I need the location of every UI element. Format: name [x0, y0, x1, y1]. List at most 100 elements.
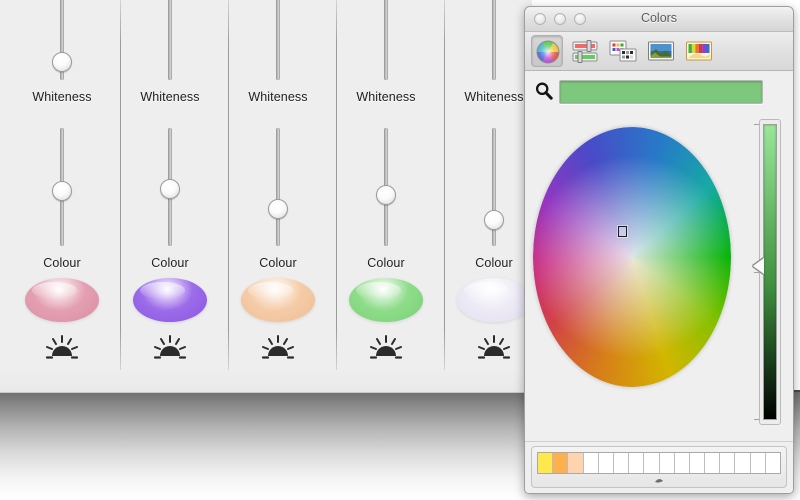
- whiteness-slider-track: [492, 0, 496, 80]
- swatch-cell[interactable]: [538, 453, 554, 473]
- colour-slider[interactable]: [150, 128, 190, 246]
- swatch-highlight: [356, 281, 401, 299]
- brightness-icon[interactable]: [150, 334, 190, 362]
- color-wheel-icon: [536, 40, 560, 64]
- color-wheel[interactable]: [533, 127, 731, 387]
- brightness-icon[interactable]: [258, 334, 298, 362]
- swatch-cell[interactable]: [553, 453, 569, 473]
- colour-swatch[interactable]: [25, 278, 99, 322]
- colour-slider[interactable]: [258, 128, 298, 246]
- brightness-glyph: [261, 335, 295, 359]
- screen: Whiteness Colour Whiteness Colour Whiteness C…: [0, 0, 800, 500]
- crayons-tab[interactable]: [683, 35, 715, 67]
- colour-slider[interactable]: [474, 128, 514, 246]
- brightness-glyph: [477, 335, 511, 359]
- light-channel: Whiteness Colour: [116, 0, 224, 380]
- crayons-icon: [686, 41, 712, 61]
- colour-swatch[interactable]: [457, 278, 531, 322]
- swatch-cell[interactable]: [629, 453, 645, 473]
- whiteness-slider[interactable]: [258, 0, 298, 80]
- swatch-highlight: [140, 281, 185, 299]
- brightness-tick-top: [754, 124, 759, 125]
- whiteness-slider[interactable]: [366, 0, 406, 80]
- colour-label: Colour: [259, 256, 297, 270]
- light-channel: Whiteness Colour: [224, 0, 332, 380]
- color-wheel-tab[interactable]: [531, 35, 563, 67]
- swatch-cell[interactable]: [568, 453, 584, 473]
- brightness-icon[interactable]: [42, 334, 82, 362]
- brightness-thumb[interactable]: [753, 258, 764, 275]
- color-swatch-shelf: [531, 446, 787, 488]
- whiteness-slider-track: [276, 0, 280, 80]
- magnifier-icon[interactable]: [534, 81, 554, 101]
- color-preview-row: [525, 71, 793, 113]
- swatch-highlight: [464, 281, 509, 299]
- swatch-cell[interactable]: [674, 453, 690, 473]
- colour-slider-thumb[interactable]: [484, 210, 504, 231]
- color-sliders-tab[interactable]: [569, 35, 601, 67]
- colors-panel-toolbar: [525, 32, 793, 71]
- channel-list: Whiteness Colour Whiteness Colour Whiteness C…: [0, 0, 532, 392]
- whiteness-label: Whiteness: [356, 90, 416, 104]
- swatch-cell[interactable]: [720, 453, 736, 473]
- swatch-cell[interactable]: [735, 453, 751, 473]
- brightness-icon[interactable]: [366, 334, 406, 362]
- palettes-icon: [609, 40, 637, 62]
- swatch-cell[interactable]: [705, 453, 721, 473]
- light-channel: Whiteness Colour: [332, 0, 440, 380]
- image-palettes-tab[interactable]: [645, 35, 677, 67]
- whiteness-slider-track: [384, 0, 388, 80]
- whiteness-label: Whiteness: [140, 90, 200, 104]
- colour-label: Colour: [475, 256, 513, 270]
- color-wheel-picker[interactable]: [618, 225, 628, 237]
- light-channel: Whiteness Colour: [8, 0, 116, 380]
- colour-label: Colour: [367, 256, 405, 270]
- brightness-track: [763, 124, 777, 420]
- light-channel: Whiteness Colour: [440, 0, 532, 380]
- colour-swatch[interactable]: [133, 278, 207, 322]
- swatch-cell[interactable]: [598, 453, 614, 473]
- colour-slider-track: [276, 128, 280, 246]
- whiteness-label: Whiteness: [464, 90, 524, 104]
- swatch-cell[interactable]: [644, 453, 660, 473]
- color-palettes-tab[interactable]: [607, 35, 639, 67]
- swatch-cell[interactable]: [689, 453, 706, 473]
- swatch-cell[interactable]: [750, 453, 766, 473]
- color-wheel-brightness-overlay: [533, 127, 731, 387]
- image-icon: [648, 41, 674, 61]
- panel-divider: [525, 441, 793, 442]
- brightness-glyph: [369, 335, 403, 359]
- swatch-highlight: [32, 281, 77, 299]
- colour-slider-thumb[interactable]: [268, 198, 288, 219]
- brightness-slider[interactable]: [753, 119, 781, 425]
- colour-label: Colour: [43, 256, 81, 270]
- whiteness-label: Whiteness: [248, 90, 308, 104]
- whiteness-slider[interactable]: [150, 0, 190, 80]
- resize-grip-icon[interactable]: [654, 477, 664, 484]
- colors-panel-title: Colors: [640, 11, 678, 25]
- whiteness-slider-thumb[interactable]: [52, 52, 72, 72]
- whiteness-slider[interactable]: [474, 0, 514, 80]
- colors-panel-titlebar[interactable]: Colors: [525, 7, 793, 32]
- whiteness-slider[interactable]: [42, 0, 82, 80]
- swatch-cell[interactable]: [659, 453, 675, 473]
- colour-slider[interactable]: [42, 128, 82, 246]
- colour-slider-thumb[interactable]: [376, 184, 396, 205]
- colors-panel: Colors: [524, 6, 794, 494]
- sliders-icon: [572, 40, 598, 63]
- swatch-cells[interactable]: [537, 452, 781, 474]
- brightness-tick-bottom: [754, 419, 759, 420]
- colour-label: Colour: [151, 256, 189, 270]
- selected-color-preview[interactable]: [559, 80, 763, 104]
- colour-slider[interactable]: [366, 128, 406, 246]
- colour-slider-thumb[interactable]: [160, 178, 180, 199]
- swatch-cell[interactable]: [613, 453, 630, 473]
- colour-slider-thumb[interactable]: [52, 180, 72, 201]
- light-controls-window: Whiteness Colour Whiteness Colour Whiteness C…: [0, 0, 532, 393]
- colour-swatch[interactable]: [349, 278, 423, 322]
- brightness-icon[interactable]: [474, 334, 514, 362]
- swatch-cell[interactable]: [583, 453, 599, 473]
- colour-swatch[interactable]: [241, 278, 315, 322]
- swatch-cell[interactable]: [765, 453, 780, 473]
- whiteness-label: Whiteness: [32, 90, 92, 104]
